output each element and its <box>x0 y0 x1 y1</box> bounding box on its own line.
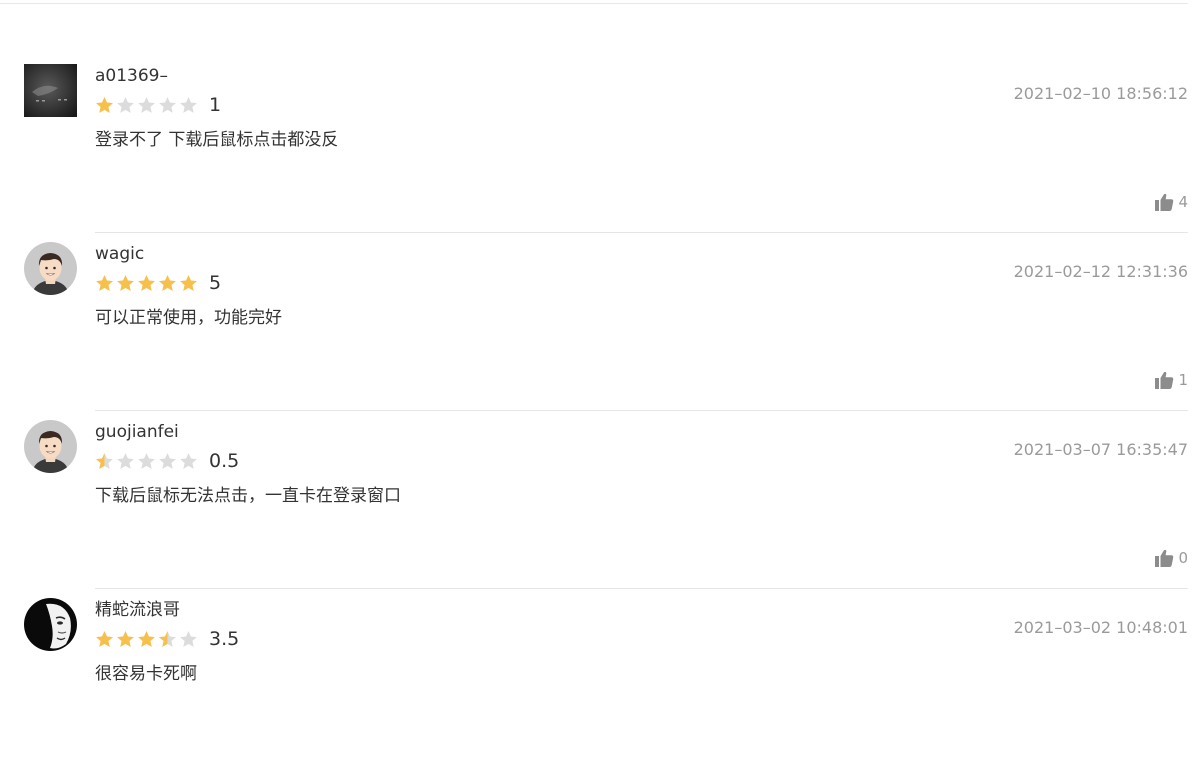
review-item: wagic 5 可以正常使用，功能完好 2021–02–12 12:31:36 … <box>0 242 1201 420</box>
username[interactable]: 精蛇流浪哥 <box>95 599 180 621</box>
review-divider <box>95 232 1188 233</box>
star-empty-icon <box>180 96 197 113</box>
like-count: 0 <box>1178 549 1188 567</box>
rating-score: 1 <box>209 94 222 116</box>
stars <box>95 96 198 115</box>
star-filled-icon <box>138 274 155 291</box>
star-filled-icon <box>117 630 134 647</box>
avatar[interactable] <box>24 598 77 651</box>
review-divider <box>95 588 1188 589</box>
star-rating: 5 <box>95 272 221 294</box>
default-male-avatar-icon <box>24 420 77 473</box>
rating-score: 5 <box>209 272 222 294</box>
stars <box>95 274 198 293</box>
review-timestamp: 2021–03–07 16:35:47 <box>1013 440 1188 459</box>
rating-score: 3.5 <box>209 628 240 650</box>
thumbs-up-icon <box>1155 193 1174 211</box>
rating-score: 0.5 <box>209 450 240 472</box>
review-item: a01369– 1 登录不了 下载后鼠标点击都没反 2021–02–10 18:… <box>0 64 1201 242</box>
avatar[interactable] <box>24 64 77 117</box>
like-button[interactable]: 4 <box>1155 192 1188 212</box>
star-filled-icon <box>96 630 113 647</box>
username[interactable]: wagic <box>95 243 144 265</box>
review-comment: 可以正常使用，功能完好 <box>95 308 282 328</box>
thumbs-up-icon <box>1155 371 1174 389</box>
stars <box>95 630 198 649</box>
review-timestamp: 2021–02–10 18:56:12 <box>1013 84 1188 103</box>
star-empty-icon <box>159 452 176 469</box>
star-empty-icon <box>180 452 197 469</box>
review-comment: 登录不了 下载后鼠标点击都没反 <box>95 130 339 150</box>
username[interactable]: a01369– <box>95 65 168 87</box>
review-timestamp: 2021–02–12 12:31:36 <box>1013 262 1188 281</box>
like-button[interactable]: 1 <box>1155 370 1188 390</box>
review-comment: 很容易卡死啊 <box>95 664 197 684</box>
like-button[interactable]: 0 <box>1155 548 1188 568</box>
avatar[interactable] <box>24 420 77 473</box>
star-rating: 3.5 <box>95 628 239 650</box>
star-empty-icon <box>180 630 197 647</box>
star-empty-icon <box>138 96 155 113</box>
review-item: guojianfei 0.5 下载后鼠标无法点击，一直卡在登录窗口 2021–0… <box>0 420 1201 598</box>
like-count: 4 <box>1178 193 1188 211</box>
review-divider <box>95 410 1188 411</box>
star-half-icon <box>96 452 113 469</box>
default-male-avatar-icon <box>24 242 77 295</box>
star-filled-icon <box>96 96 113 113</box>
black-white-face-avatar-icon <box>24 598 77 651</box>
star-filled-icon <box>96 274 113 291</box>
star-empty-icon <box>117 96 134 113</box>
stars <box>95 452 198 471</box>
star-filled-icon <box>117 274 134 291</box>
star-empty-icon <box>159 96 176 113</box>
star-half-icon <box>159 630 176 647</box>
star-filled-icon <box>180 274 197 291</box>
review-comment: 下载后鼠标无法点击，一直卡在登录窗口 <box>95 486 401 506</box>
review-item: 精蛇流浪哥 3.5 很容易卡死啊 2021–03–02 10:48:01 <box>0 598 1201 776</box>
avatar[interactable] <box>24 242 77 295</box>
review-timestamp: 2021–03–02 10:48:01 <box>1013 618 1188 637</box>
star-rating: 0.5 <box>95 450 239 472</box>
star-rating: 1 <box>95 94 221 116</box>
username[interactable]: guojianfei <box>95 421 179 443</box>
star-empty-icon <box>117 452 134 469</box>
star-empty-icon <box>138 452 155 469</box>
dark-photo-avatar-icon <box>24 64 77 117</box>
top-divider <box>0 3 1188 4</box>
star-filled-icon <box>138 630 155 647</box>
like-count: 1 <box>1178 371 1188 389</box>
thumbs-up-icon <box>1155 549 1174 567</box>
star-filled-icon <box>159 274 176 291</box>
